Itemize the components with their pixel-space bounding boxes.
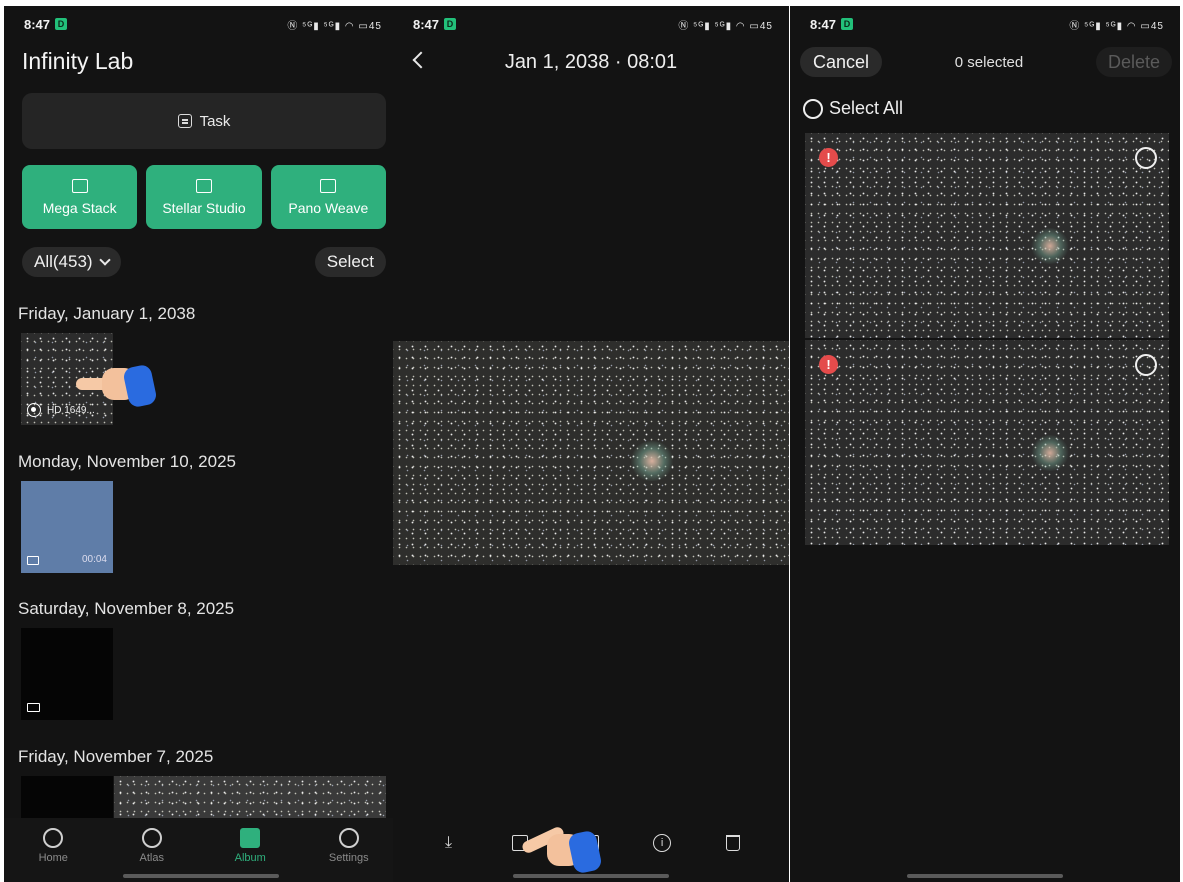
download-icon[interactable]: ⤓ xyxy=(435,829,463,857)
warning-icon: ! xyxy=(819,355,838,374)
thumb-caption-row xyxy=(27,703,40,712)
viewer-screen: 8:47 D Ⓝ ⁵ᴳ▮ ⁵ᴳ▮ ◠ ▭45 Jan 1, 2038 · 08:0… xyxy=(393,6,789,882)
stack-camera-icon xyxy=(27,403,41,417)
pano-weave-button[interactable]: Pano Weave xyxy=(270,165,386,229)
status-icons: Ⓝ ⁵ᴳ▮ ⁵ᴳ▮ ◠ ▭45 xyxy=(678,20,773,32)
home-indicator xyxy=(123,874,279,878)
video-duration: 00:04 xyxy=(81,554,107,565)
feature-label: Stellar Studio xyxy=(162,199,246,216)
panorama-icon xyxy=(320,178,337,193)
info-icon[interactable]: i xyxy=(648,829,676,857)
video-thumbnail[interactable]: 00:04 xyxy=(21,481,113,573)
feature-buttons: Mega Stack Stellar Studio Pano Weave xyxy=(22,165,386,229)
status-bar: 8:47 D Ⓝ ⁵ᴳ▮ ⁵ᴳ▮ ◠ ▭45 xyxy=(393,6,789,42)
task-list-icon xyxy=(177,114,192,128)
bottom-tab-bar: Home Atlas Album Settings xyxy=(4,818,398,882)
tab-home[interactable]: Home xyxy=(18,828,88,864)
status-bar: 8:47 D Ⓝ ⁵ᴳ▮ ⁵ᴳ▮ ◠ ▭45 xyxy=(790,6,1180,42)
status-icons: Ⓝ ⁵ᴳ▮ ⁵ᴳ▮ ◠ ▭45 xyxy=(1069,20,1164,32)
panorama-icon xyxy=(27,703,40,712)
panorama-thumbnail[interactable] xyxy=(21,628,113,720)
date-header: Saturday, November 8, 2025 xyxy=(18,599,235,618)
selection-top-bar: Cancel 0 selected Delete xyxy=(800,47,1172,77)
warning-icon: ! xyxy=(819,148,838,167)
selectable-photo[interactable]: ! xyxy=(805,340,1169,545)
full-photo[interactable] xyxy=(393,341,789,565)
stellar-studio-button[interactable]: Stellar Studio xyxy=(146,165,262,229)
chevron-down-icon xyxy=(98,253,111,266)
tab-settings[interactable]: Settings xyxy=(314,828,384,864)
date-header: Friday, November 7, 2025 xyxy=(18,747,214,766)
notification-badge: D xyxy=(55,18,68,30)
home-indicator xyxy=(513,874,669,878)
task-button[interactable]: Task xyxy=(22,93,386,149)
status-time: 8:47 xyxy=(413,16,440,32)
cancel-button[interactable]: Cancel xyxy=(800,47,883,77)
selectable-photo[interactable]: ! xyxy=(805,133,1169,338)
tab-label: Atlas xyxy=(139,852,164,864)
nebula-glow xyxy=(1030,435,1070,471)
task-label: Task xyxy=(199,112,231,130)
select-checkbox[interactable] xyxy=(1135,354,1157,376)
date-header: Friday, January 1, 2038 xyxy=(18,304,196,323)
tab-label: Settings xyxy=(328,852,369,864)
tab-atlas[interactable]: Atlas xyxy=(117,828,187,864)
notification-badge: D xyxy=(444,18,457,30)
status-icons: Ⓝ ⁵ᴳ▮ ⁵ᴳ▮ ◠ ▭45 xyxy=(287,20,382,32)
pointing-hand-icon xyxy=(76,360,158,410)
notification-badge: D xyxy=(841,18,854,30)
trash-icon[interactable] xyxy=(719,829,747,857)
video-icon xyxy=(27,556,39,565)
image-edit-icon xyxy=(195,178,212,193)
filter-row: All(453) Select xyxy=(22,247,386,277)
filter-label: All(453) xyxy=(34,252,93,271)
feature-label: Mega Stack xyxy=(42,199,117,216)
select-screen: 8:47 D Ⓝ ⁵ᴳ▮ ⁵ᴳ▮ ◠ ▭45 Cancel 0 selected … xyxy=(790,6,1180,882)
image-icon xyxy=(240,828,261,848)
thumb-caption-row xyxy=(27,556,43,565)
select-checkbox[interactable] xyxy=(1135,147,1157,169)
date-header: Monday, November 10, 2025 xyxy=(18,452,236,471)
nebula-glow xyxy=(1030,228,1070,264)
stack-icon xyxy=(71,178,88,193)
nebula-glow xyxy=(629,441,675,481)
feature-label: Pano Weave xyxy=(288,199,369,216)
selected-count: 0 selected xyxy=(954,53,1024,71)
constellation-icon xyxy=(141,828,162,848)
album-screen: 8:47 D Ⓝ ⁵ᴳ▮ ⁵ᴳ▮ ◠ ▭45 Infinity Lab Task … xyxy=(4,6,398,882)
delete-button[interactable]: Delete xyxy=(1095,47,1172,77)
radio-circle-icon xyxy=(803,98,823,119)
viewer-title: Jan 1, 2038 · 08:01 xyxy=(504,51,678,73)
pointing-hand-icon xyxy=(520,825,603,876)
gear-icon xyxy=(338,828,359,848)
album-filter-dropdown[interactable]: All(453) xyxy=(22,247,121,277)
tab-label: Album xyxy=(234,852,266,864)
status-time: 8:47 xyxy=(810,16,837,32)
status-time: 8:47 xyxy=(24,16,51,32)
app-title: Infinity Lab xyxy=(22,48,134,74)
select-button[interactable]: Select xyxy=(314,247,386,277)
planet-icon xyxy=(43,828,64,848)
select-all-label: Select All xyxy=(829,98,904,118)
select-all-toggle[interactable]: Select All xyxy=(803,98,903,119)
tab-label: Home xyxy=(38,852,68,864)
status-bar: 8:47 D Ⓝ ⁵ᴳ▮ ⁵ᴳ▮ ◠ ▭45 xyxy=(4,6,398,42)
tab-album[interactable]: Album xyxy=(215,828,285,864)
home-indicator xyxy=(907,874,1063,878)
mega-stack-button[interactable]: Mega Stack xyxy=(22,165,138,229)
